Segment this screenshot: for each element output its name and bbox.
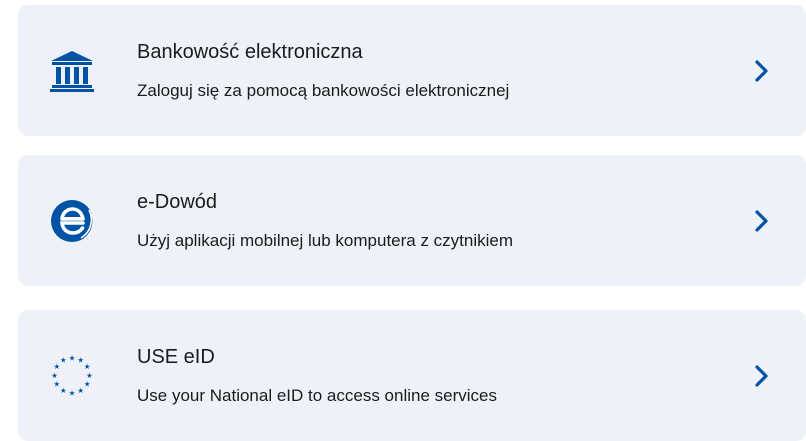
svg-text:★: ★ — [54, 379, 61, 388]
option-title: Bankowość elektroniczna — [137, 41, 363, 63]
svg-text:★: ★ — [84, 362, 91, 371]
option-subtitle: Użyj aplikacji mobilnej lub komputera z … — [137, 231, 514, 250]
e-id-card-icon — [49, 198, 95, 244]
svg-text:★: ★ — [86, 370, 93, 379]
option-subtitle: Use your National eID to access online s… — [137, 386, 497, 405]
chevron-right-icon — [755, 59, 768, 82]
svg-text:★: ★ — [60, 386, 67, 395]
svg-text:★: ★ — [77, 386, 84, 395]
svg-text:★: ★ — [69, 388, 76, 397]
svg-text:★: ★ — [84, 379, 91, 388]
login-option-e-dowod[interactable]: e-Dowód Użyj aplikacji mobilnej lub komp… — [18, 155, 806, 286]
svg-text:★: ★ — [60, 355, 67, 364]
chevron-right-icon — [755, 209, 768, 232]
option-title: e-Dowód — [137, 191, 218, 213]
option-subtitle: Zaloguj się za pomocą bankowości elektro… — [137, 81, 510, 100]
eu-stars-icon: ★ ★ ★ ★ ★ ★ ★ ★ ★ ★ ★ ★ — [49, 353, 95, 399]
chevron-right-icon — [755, 364, 768, 387]
svg-text:★: ★ — [69, 353, 76, 362]
option-title: USE eID — [137, 346, 215, 368]
svg-text:★: ★ — [51, 370, 58, 379]
login-option-bank[interactable]: Bankowość elektroniczna Zaloguj się za p… — [18, 5, 806, 136]
bank-icon — [49, 48, 95, 94]
login-option-use-eid[interactable]: ★ ★ ★ ★ ★ ★ ★ ★ ★ ★ ★ ★ USE eID Use your… — [18, 310, 806, 441]
